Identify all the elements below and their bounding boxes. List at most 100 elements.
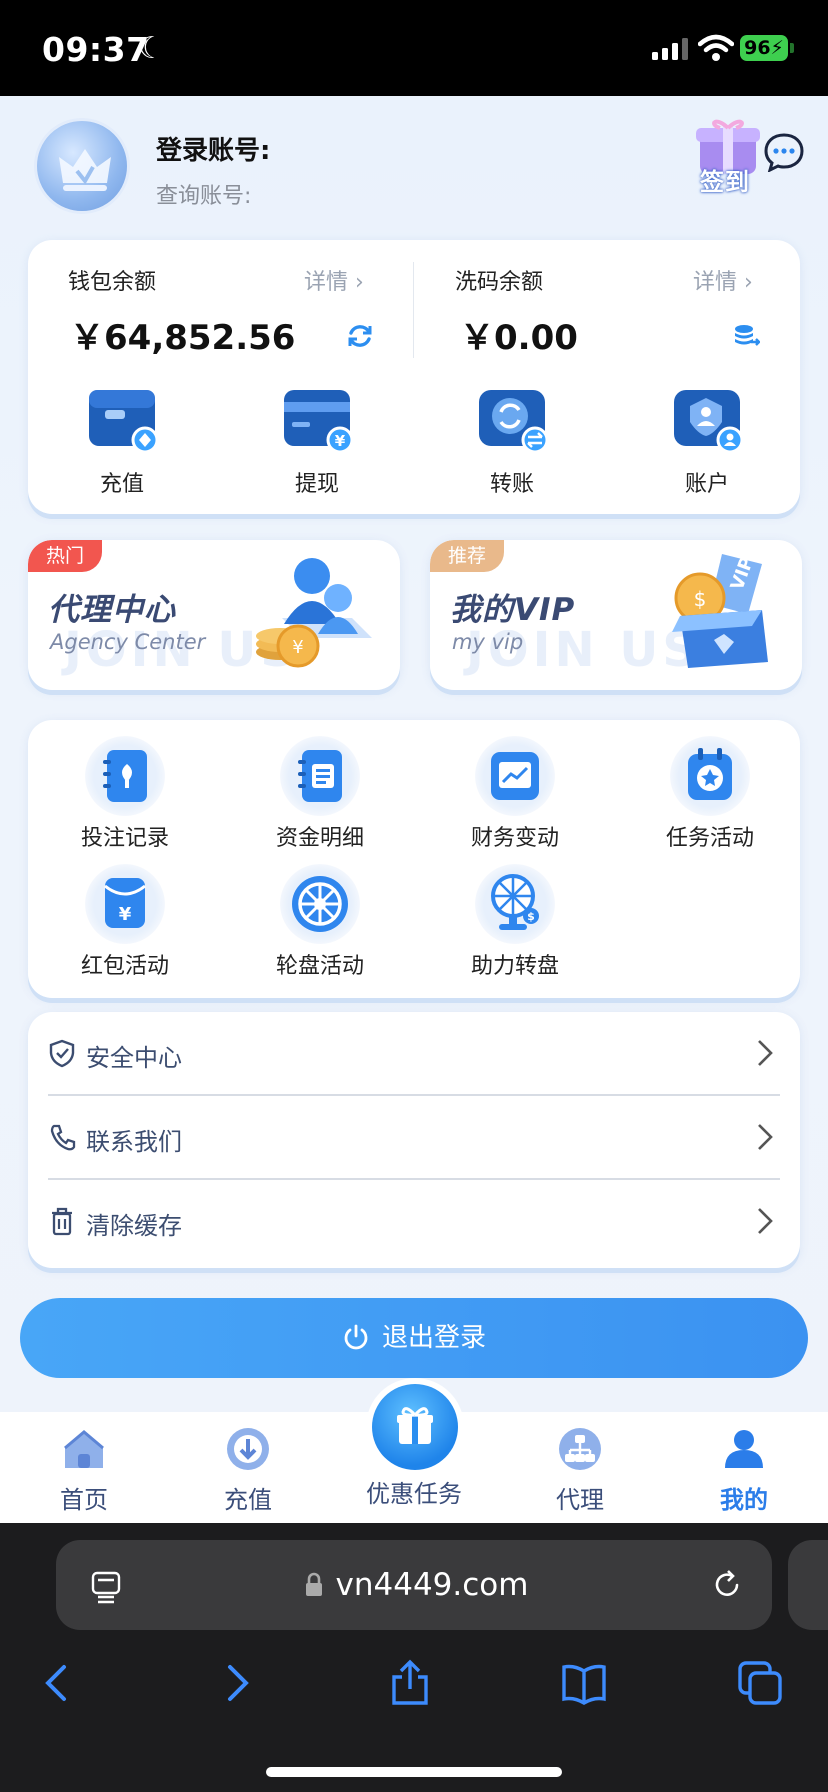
vip-box-icon: VIP $ [672, 554, 768, 668]
grid-icon-wrap [85, 736, 165, 816]
tab-label: 充值 [224, 1486, 272, 1514]
grid-icon-wrap [475, 736, 555, 816]
tab-mine[interactable]: 我的 [674, 1426, 814, 1515]
balance-card: 钱包余额 详情 › ￥64,852.56 洗码余额 详情 › ￥0.00 充值 … [28, 240, 800, 514]
grid-icon-wrap [670, 736, 750, 816]
fund-details-icon [298, 750, 342, 802]
chat-icon[interactable] [764, 132, 804, 172]
grid-item-finance-change[interactable]: 财务变动 [430, 736, 600, 852]
query-account-label: 查询账号: [156, 184, 252, 209]
wash-balance-amount: ￥0.00 [460, 318, 578, 358]
user-icon [725, 1430, 763, 1468]
share-icon[interactable] [386, 1659, 434, 1707]
grid-item-fund-details[interactable]: 资金明细 [235, 736, 405, 852]
agency-center-banner[interactable]: JOIN US 热门 代理中心 Agency Center ¥ [28, 540, 400, 690]
grid-item-assist-wheel[interactable]: $ 助力转盘 [430, 864, 600, 980]
quick-action-withdraw[interactable]: ¥ 提现 [257, 388, 377, 498]
wifi-icon [698, 34, 734, 61]
chevron-right-icon [758, 1124, 773, 1150]
betting-record-icon [103, 750, 147, 802]
tab-label: 我的 [720, 1486, 768, 1514]
address-bar[interactable]: vn4449.com [56, 1540, 772, 1630]
app-content: 登录账号: 查询账号: 签到 钱包余额 详情 › ￥64,852.56 洗码余额… [0, 96, 828, 1523]
promo-tasks-center-button[interactable] [372, 1384, 458, 1470]
my-vip-banner[interactable]: JOIN US 推荐 我的VIP my vip VIP $ [430, 540, 802, 690]
grid-item-label: 轮盘活动 [275, 954, 364, 979]
battery-tip [790, 43, 794, 53]
grid-item-betting-record[interactable]: 投注记录 [40, 736, 210, 852]
tab-agent[interactable]: 代理 [510, 1426, 650, 1515]
grid-item-label: 助力转盘 [470, 954, 559, 979]
menu-item-label: 清除缓存 [86, 1212, 182, 1240]
back-icon[interactable] [34, 1659, 82, 1707]
menu-item-contact-us[interactable]: 联系我们 [48, 1096, 780, 1180]
red-envelope-icon: ¥ [104, 878, 146, 928]
profile-header: 登录账号: 查询账号: 签到 [0, 96, 828, 226]
grid-item-label: 资金明细 [275, 826, 364, 851]
forward-icon[interactable] [212, 1659, 260, 1707]
grid-item-roulette[interactable]: 轮盘活动 [235, 864, 405, 980]
tab-promo-tasks[interactable]: 优惠任务 [344, 1470, 484, 1509]
crown-icon [59, 149, 111, 191]
avatar[interactable] [34, 118, 130, 214]
shield-icon [49, 1039, 75, 1068]
chevron-right-icon [758, 1208, 773, 1234]
bookmarks-icon[interactable] [560, 1659, 608, 1707]
wallet-deposit-icon [89, 390, 159, 454]
wallet-detail-link[interactable]: 详情 › [304, 264, 364, 296]
menu-item-clear-cache[interactable]: 清除缓存 [48, 1180, 780, 1264]
menu-item-label: 联系我们 [86, 1128, 182, 1156]
status-bar: 09:37 ☾ 96⚡ [0, 0, 828, 96]
tab-home[interactable]: 首页 [14, 1426, 154, 1515]
reload-icon[interactable] [710, 1568, 744, 1602]
svg-text:¥: ¥ [292, 637, 303, 658]
quick-action-account[interactable]: 账户 [647, 388, 767, 498]
quick-action-label: 提现 [294, 472, 339, 497]
wash-balance-title: 洗码余额 [455, 270, 544, 295]
grid-icon-wrap: $ [475, 864, 555, 944]
signin-label[interactable]: 签到 [700, 162, 750, 197]
quick-action-deposit[interactable]: 充值 [62, 388, 182, 498]
hot-tag: 热门 [28, 540, 103, 572]
next-tab-peek[interactable] [788, 1540, 828, 1630]
tab-label: 首页 [60, 1486, 108, 1514]
status-time: 09:37 [42, 30, 150, 69]
balance-divider [413, 262, 414, 358]
grid-icon-wrap [280, 864, 360, 944]
gift-icon [397, 1407, 433, 1444]
moon-icon: ☾ [138, 31, 165, 66]
grid-item-red-envelope[interactable]: ¥ 红包活动 [40, 864, 210, 980]
tab-label: 优惠任务 [366, 1480, 462, 1508]
home-icon [64, 1430, 104, 1468]
wash-detail-link[interactable]: 详情 › [693, 264, 753, 296]
menu-item-security-center[interactable]: 安全中心 [48, 1012, 780, 1096]
card-withdraw-icon: ¥ [284, 390, 354, 454]
quick-action-transfer[interactable]: 转账 [452, 388, 572, 498]
svg-text:$: $ [694, 587, 707, 611]
grid-icon-wrap: ¥ [85, 864, 165, 944]
grid-item-label: 财务变动 [470, 826, 559, 851]
svg-text:$: $ [527, 910, 535, 923]
logout-label: 退出登录 [381, 1323, 486, 1353]
wallet-balance-title: 钱包余额 [68, 270, 157, 295]
wallet-balance-amount: ￥64,852.56 [70, 318, 296, 358]
quick-action-label: 转账 [489, 472, 534, 497]
logout-button[interactable]: 退出登录 [20, 1298, 808, 1378]
roulette-icon [292, 876, 348, 932]
quick-action-label: 账户 [684, 472, 729, 497]
login-account-label: 登录账号: [156, 136, 271, 166]
banner-title: 我的VIP [450, 592, 576, 628]
menu-item-label: 安全中心 [86, 1044, 182, 1072]
transfer-icon [479, 390, 549, 454]
grid-item-label: 红包活动 [80, 954, 169, 979]
tab-deposit[interactable]: 充值 [178, 1426, 318, 1515]
recommend-tag: 推荐 [430, 540, 505, 572]
settings-menu: 安全中心 联系我们 清除缓存 [28, 1012, 800, 1268]
refresh-icon[interactable] [346, 322, 374, 350]
deposit-icon [227, 1428, 269, 1470]
coins-stack-icon[interactable] [732, 322, 760, 350]
tab-label: 代理 [556, 1486, 604, 1514]
tabs-icon[interactable] [736, 1659, 784, 1707]
grid-item-task-activity[interactable]: 任务活动 [625, 736, 795, 852]
grid-icon-wrap [280, 736, 360, 816]
